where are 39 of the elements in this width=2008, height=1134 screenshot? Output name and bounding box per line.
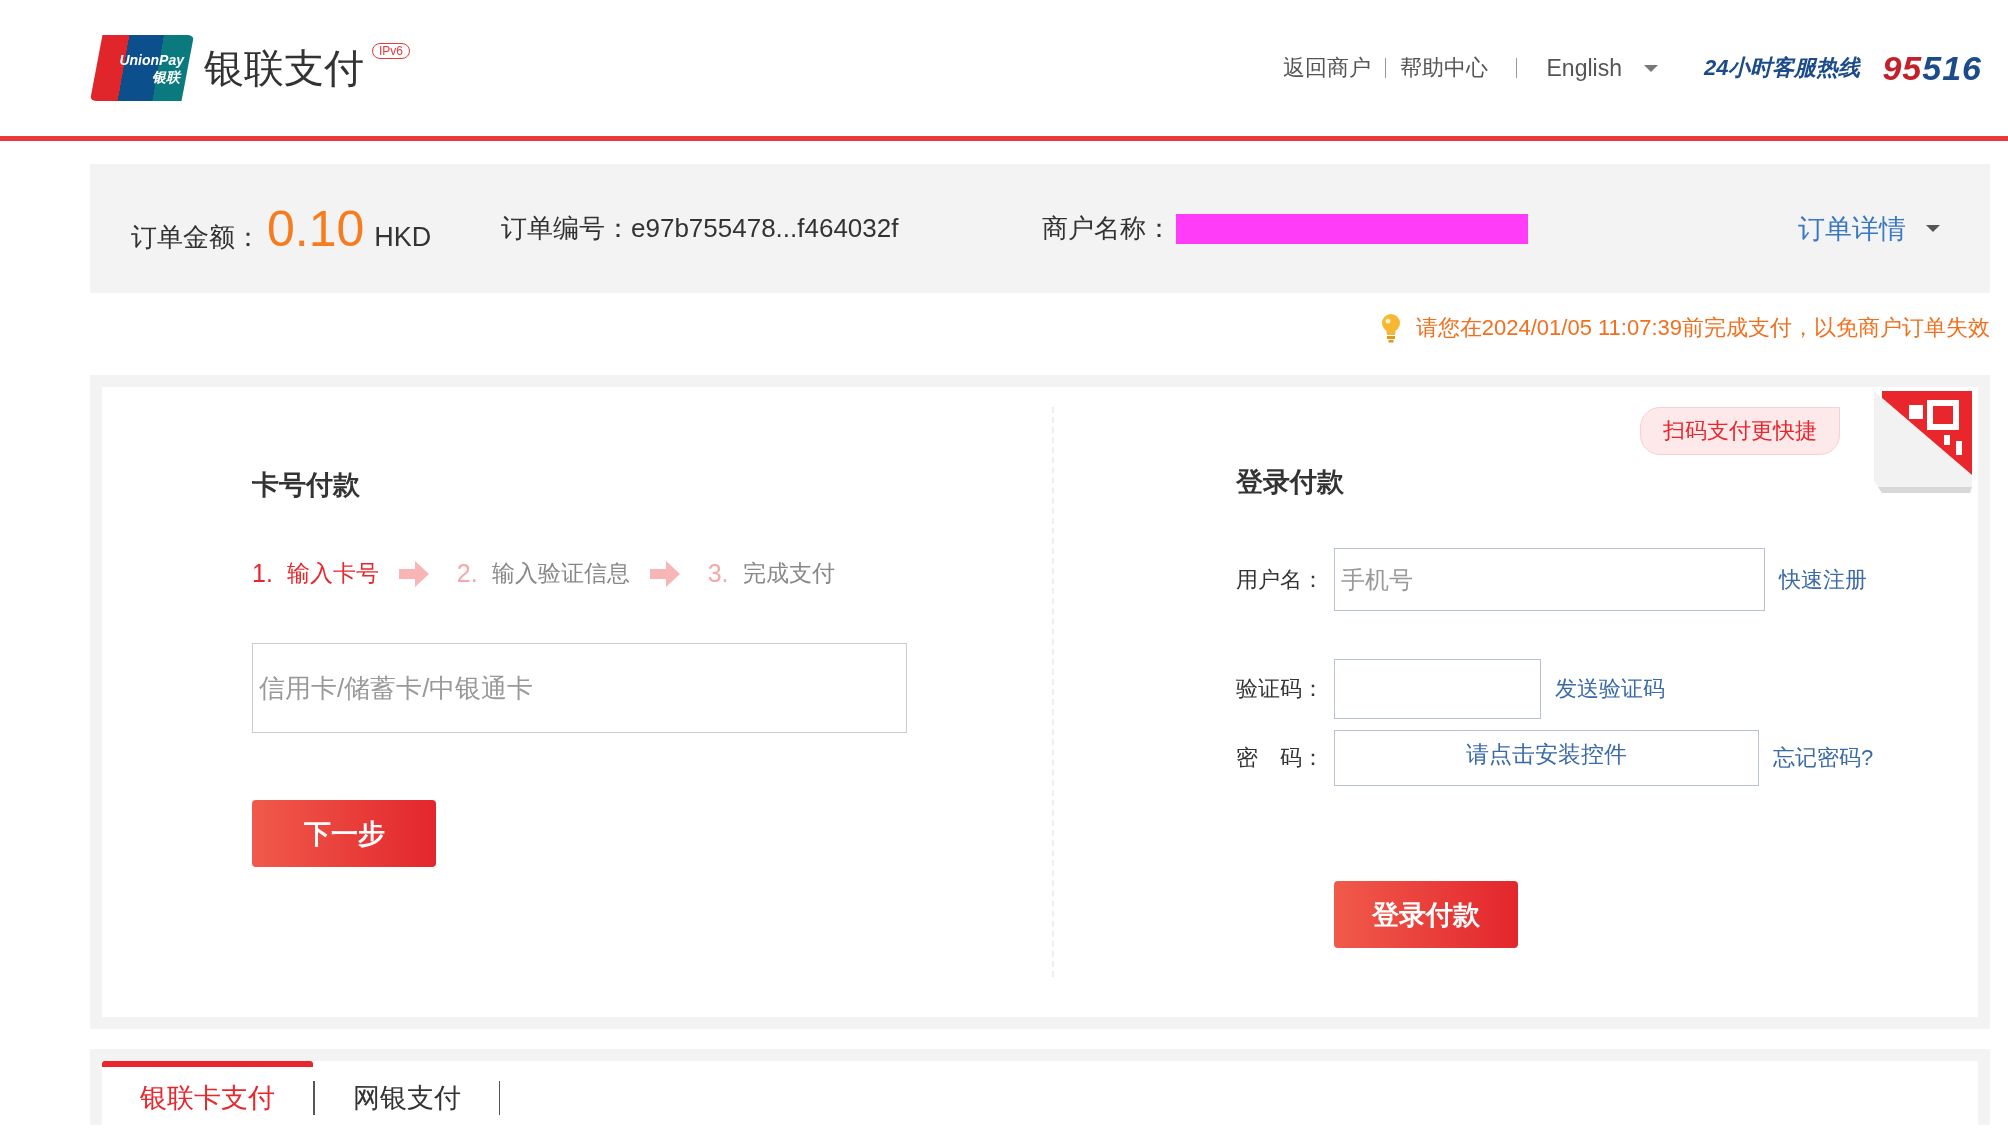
hotline-number: 95516 — [1882, 48, 1982, 88]
install-plugin-button[interactable]: 请点击安装控件 — [1334, 730, 1759, 786]
merchant-name-label: 商户名称： — [1042, 212, 1172, 245]
login-pay-button[interactable]: 登录付款 — [1334, 881, 1518, 948]
progress-step: 1. 输入卡号 — [252, 558, 379, 589]
amount-label: 订单金额： — [131, 220, 261, 254]
caret-icon[interactable] — [1926, 225, 1940, 232]
site-title: 银联支付 — [204, 44, 364, 92]
field-label: 验证码： — [1236, 675, 1325, 703]
payment-deadline-notice: 请您在2024/01/05 11:07:39前完成支付，以免商户订单失效 — [1415, 314, 1990, 342]
progress-step: 3. 完成支付 — [707, 558, 835, 589]
order-amount: 0.10 — [267, 199, 365, 258]
order-number-label: 订单编号： — [501, 212, 631, 245]
field-label: 用户名： — [1236, 565, 1325, 594]
verification-code-field[interactable] — [1334, 659, 1541, 719]
payment-tab[interactable]: 银联卡支付 — [102, 1061, 313, 1113]
card-number-field[interactable]: 信用卡/储蓄卡/中银通卡 — [252, 643, 907, 733]
qr-tip-bubble: 扫码支付更快捷 — [1640, 407, 1840, 455]
arrow-right-icon — [398, 560, 429, 587]
username-field[interactable]: 手机号 — [1334, 548, 1765, 611]
header-link[interactable]: 帮助中心 — [1384, 58, 1502, 78]
lightbulb-icon — [1379, 313, 1402, 343]
form-link[interactable]: 忘记密码? — [1773, 743, 1874, 773]
section-title: 卡号付款 — [252, 469, 361, 502]
payment-tab[interactable]: 网银支付 — [314, 1061, 499, 1113]
arrow-right-icon — [649, 560, 680, 587]
progress-step: 2. 输入验证信息 — [456, 558, 630, 589]
field-label: 密 码： — [1236, 744, 1325, 772]
next-step-button[interactable]: 下一步 — [252, 800, 436, 867]
form-link[interactable]: 发送验证码 — [1555, 674, 1665, 704]
form-link[interactable]: 快速注册 — [1779, 564, 1867, 595]
header-link[interactable]: 返回商户 — [1268, 58, 1385, 78]
section-title: 登录付款 — [1236, 466, 1345, 499]
caret-icon[interactable] — [1643, 64, 1658, 72]
currency: HKD — [374, 221, 432, 253]
qr-code-corner-icon[interactable] — [1874, 391, 1974, 493]
order-number: e97b755478...f464032f — [631, 213, 899, 244]
order-details-link[interactable]: 订单详情 — [1798, 210, 1906, 247]
hotline-label: 24小时客服热线 — [1703, 54, 1861, 82]
